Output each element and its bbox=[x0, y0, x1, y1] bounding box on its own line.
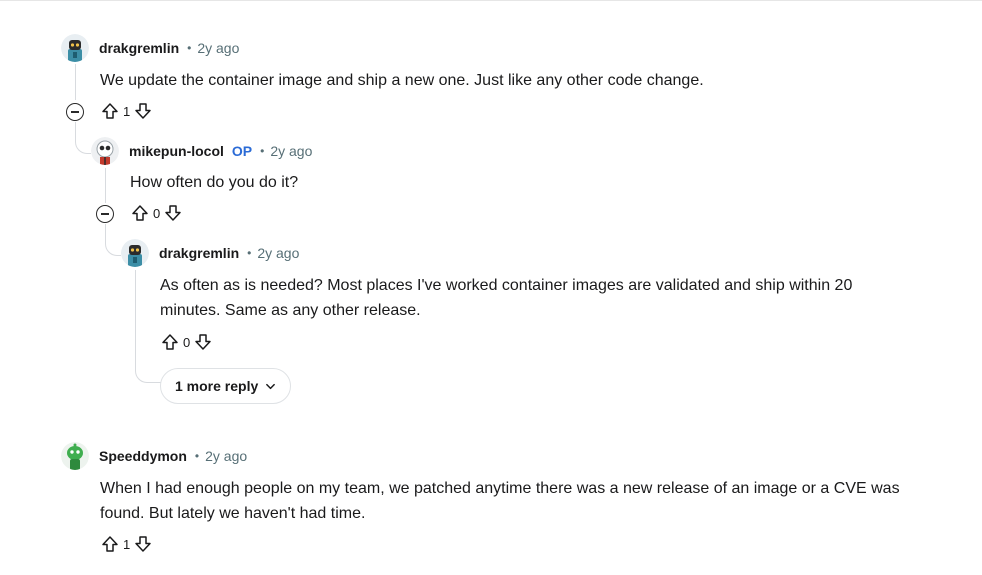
comment-body: How often do you do it? bbox=[130, 174, 299, 191]
vote-score: 0 bbox=[153, 205, 161, 221]
timestamp[interactable]: 2y ago bbox=[205, 448, 247, 464]
comment-header: mikepun-locol OP • 2y ago bbox=[91, 137, 312, 165]
meta-separator: • bbox=[260, 144, 265, 158]
more-replies-button[interactable]: 1 more reply bbox=[160, 368, 292, 404]
thread-line-1 bbox=[75, 64, 76, 100]
meta-separator: • bbox=[187, 41, 192, 55]
robot-green-avatar-icon[interactable] bbox=[61, 442, 89, 470]
upvote-icon[interactable] bbox=[100, 101, 120, 121]
robot-dark-avatar-icon[interactable] bbox=[121, 239, 149, 267]
thread-line-3 bbox=[135, 270, 136, 368]
op-badge: OP bbox=[231, 143, 253, 159]
collapse-thread-button[interactable] bbox=[96, 205, 114, 223]
upvote-icon[interactable] bbox=[130, 203, 150, 223]
vote-score: 1 bbox=[123, 536, 131, 552]
username[interactable]: drakgremlin bbox=[99, 40, 179, 56]
thread-elbow-2 bbox=[105, 224, 121, 256]
comment-body: We update the container image and ship a… bbox=[100, 72, 704, 89]
comment-actions: 1 bbox=[100, 98, 153, 124]
thread-elbow-1 bbox=[75, 122, 91, 154]
thread-line-2 bbox=[105, 168, 106, 203]
vote-score: 1 bbox=[123, 103, 131, 119]
comment-header: drakgremlin • 2y ago bbox=[121, 239, 299, 267]
upvote-icon[interactable] bbox=[160, 332, 180, 352]
timestamp[interactable]: 2y ago bbox=[270, 143, 312, 159]
timestamp[interactable]: 2y ago bbox=[197, 40, 239, 56]
comment-actions: 0 bbox=[160, 329, 213, 355]
timestamp[interactable]: 2y ago bbox=[257, 245, 299, 261]
downvote-icon[interactable] bbox=[163, 203, 183, 223]
top-divider bbox=[0, 0, 982, 1]
more-replies-label: 1 more reply bbox=[175, 378, 259, 394]
collapse-thread-button[interactable] bbox=[66, 103, 84, 121]
comment-body-line-2: minutes. Same as any other release. bbox=[160, 302, 421, 319]
downvote-icon[interactable] bbox=[133, 101, 153, 121]
robot-dark-avatar-icon[interactable] bbox=[61, 34, 89, 62]
username[interactable]: mikepun-locol bbox=[129, 143, 224, 159]
upvote-icon[interactable] bbox=[100, 534, 120, 554]
meta-separator: • bbox=[247, 246, 252, 260]
comment-body-line-1: As often as is needed? Most places I've … bbox=[160, 277, 853, 294]
comment-header: drakgremlin • 2y ago bbox=[61, 34, 239, 62]
comment-body-line-2: found. But lately we haven't had time. bbox=[100, 505, 366, 522]
comment-actions: 1 bbox=[100, 531, 153, 557]
username[interactable]: drakgremlin bbox=[159, 245, 239, 261]
chevron-down-icon bbox=[266, 383, 276, 389]
username[interactable]: Speeddymon bbox=[99, 448, 187, 464]
comment-actions: 0 bbox=[130, 200, 183, 226]
downvote-icon[interactable] bbox=[133, 534, 153, 554]
robot-white-avatar-icon[interactable] bbox=[91, 137, 119, 165]
downvote-icon[interactable] bbox=[193, 332, 213, 352]
thread-elbow-3 bbox=[135, 364, 161, 383]
comment-body-line-1: When I had enough people on my team, we … bbox=[100, 480, 900, 497]
vote-score: 0 bbox=[183, 334, 191, 350]
comment-header: Speeddymon • 2y ago bbox=[61, 442, 247, 470]
meta-separator: • bbox=[194, 449, 200, 463]
